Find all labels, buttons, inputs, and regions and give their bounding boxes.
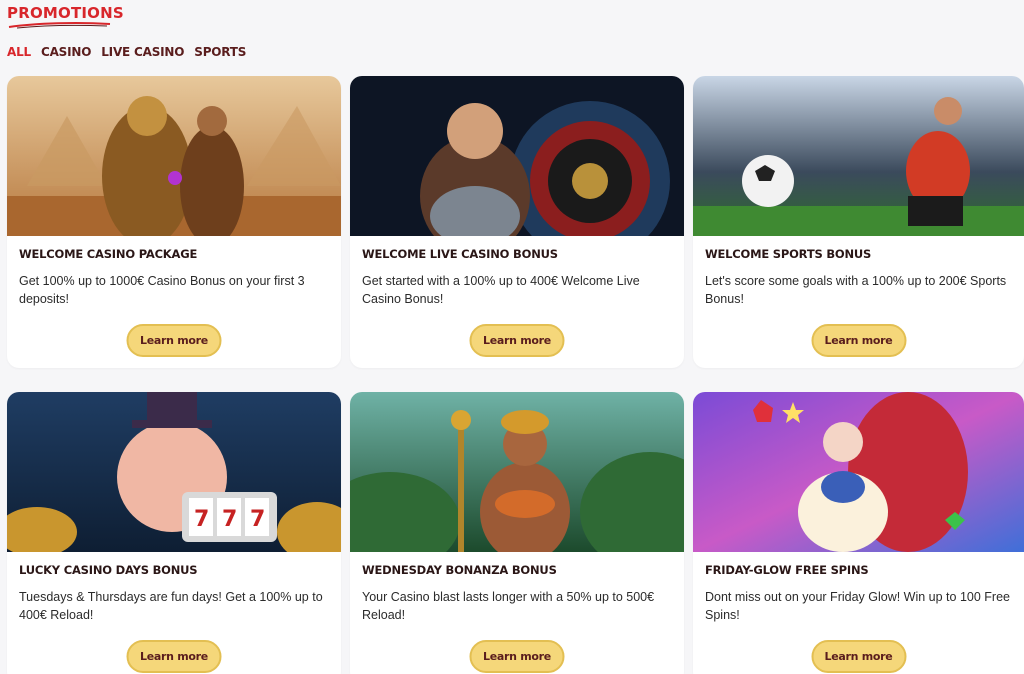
promo-card-welcome-sports: WELCOME SPORTS BONUS Let's score some go…	[693, 76, 1024, 368]
promo-title: WELCOME SPORTS BONUS	[705, 247, 872, 261]
page-title: PROMOTIONS	[7, 4, 124, 22]
page-header: PROMOTIONS	[7, 4, 124, 29]
promo-card-friday-glow: FRIDAY-GLOW FREE SPINS Dont miss out on …	[693, 392, 1024, 674]
svg-text:7: 7	[250, 507, 265, 532]
svg-text:7: 7	[194, 507, 209, 532]
title-swoosh-decoration	[8, 22, 111, 29]
egyptian-warriors-image[interactable]	[7, 76, 341, 236]
learn-more-button[interactable]: Learn more	[126, 324, 222, 357]
promo-description: Your Casino blast lasts longer with a 50…	[362, 590, 655, 622]
pig-slot-image[interactable]: 7 7 7	[7, 392, 341, 552]
promo-card-welcome-live-casino: WELCOME LIVE CASINO BONUS Get started wi…	[350, 76, 684, 368]
promo-card-lucky-casino-days: 7 7 7 LUCKY CASINO DAYS BONUS Tuesdays &…	[7, 392, 341, 674]
promo-title: WELCOME CASINO PACKAGE	[19, 247, 198, 261]
football-player-image[interactable]	[693, 76, 1024, 236]
learn-more-button[interactable]: Learn more	[469, 640, 565, 673]
promo-title: LUCKY CASINO DAYS BONUS	[19, 563, 198, 577]
category-filters: ALL CASINO LIVE CASINO SPORTS	[7, 45, 246, 59]
roulette-dealer-image[interactable]	[350, 76, 684, 236]
promo-description: Dont miss out on your Friday Glow! Win u…	[705, 590, 1010, 622]
filter-live-casino[interactable]: LIVE CASINO	[101, 45, 184, 59]
learn-more-button[interactable]: Learn more	[126, 640, 222, 673]
filter-casino[interactable]: CASINO	[41, 45, 91, 59]
filter-sports[interactable]: SPORTS	[194, 45, 246, 59]
promo-title: FRIDAY-GLOW FREE SPINS	[705, 563, 869, 577]
promo-card-welcome-casino: WELCOME CASINO PACKAGE Get 100% up to 10…	[7, 76, 341, 368]
promo-title: WEDNESDAY BONANZA BONUS	[362, 563, 557, 577]
promo-description: Get started with a 100% up to 400€ Welco…	[362, 274, 640, 306]
promo-description: Let's score some goals with a 100% up to…	[705, 274, 1007, 306]
jungle-queen-image[interactable]	[350, 392, 684, 552]
filter-all[interactable]: ALL	[7, 45, 31, 59]
promo-description: Get 100% up to 1000€ Casino Bonus on you…	[19, 274, 305, 306]
promo-description: Tuesdays & Thursdays are fun days! Get a…	[19, 590, 323, 622]
promo-card-wednesday-bonanza: WEDNESDAY BONANZA BONUS Your Casino blas…	[350, 392, 684, 674]
svg-text:7: 7	[222, 507, 237, 532]
anime-girl-image[interactable]	[693, 392, 1024, 552]
promotions-grid: WELCOME CASINO PACKAGE Get 100% up to 10…	[7, 76, 1024, 674]
learn-more-button[interactable]: Learn more	[469, 324, 565, 357]
learn-more-button[interactable]: Learn more	[811, 640, 906, 673]
learn-more-button[interactable]: Learn more	[811, 324, 906, 357]
promo-title: WELCOME LIVE CASINO BONUS	[362, 247, 558, 261]
